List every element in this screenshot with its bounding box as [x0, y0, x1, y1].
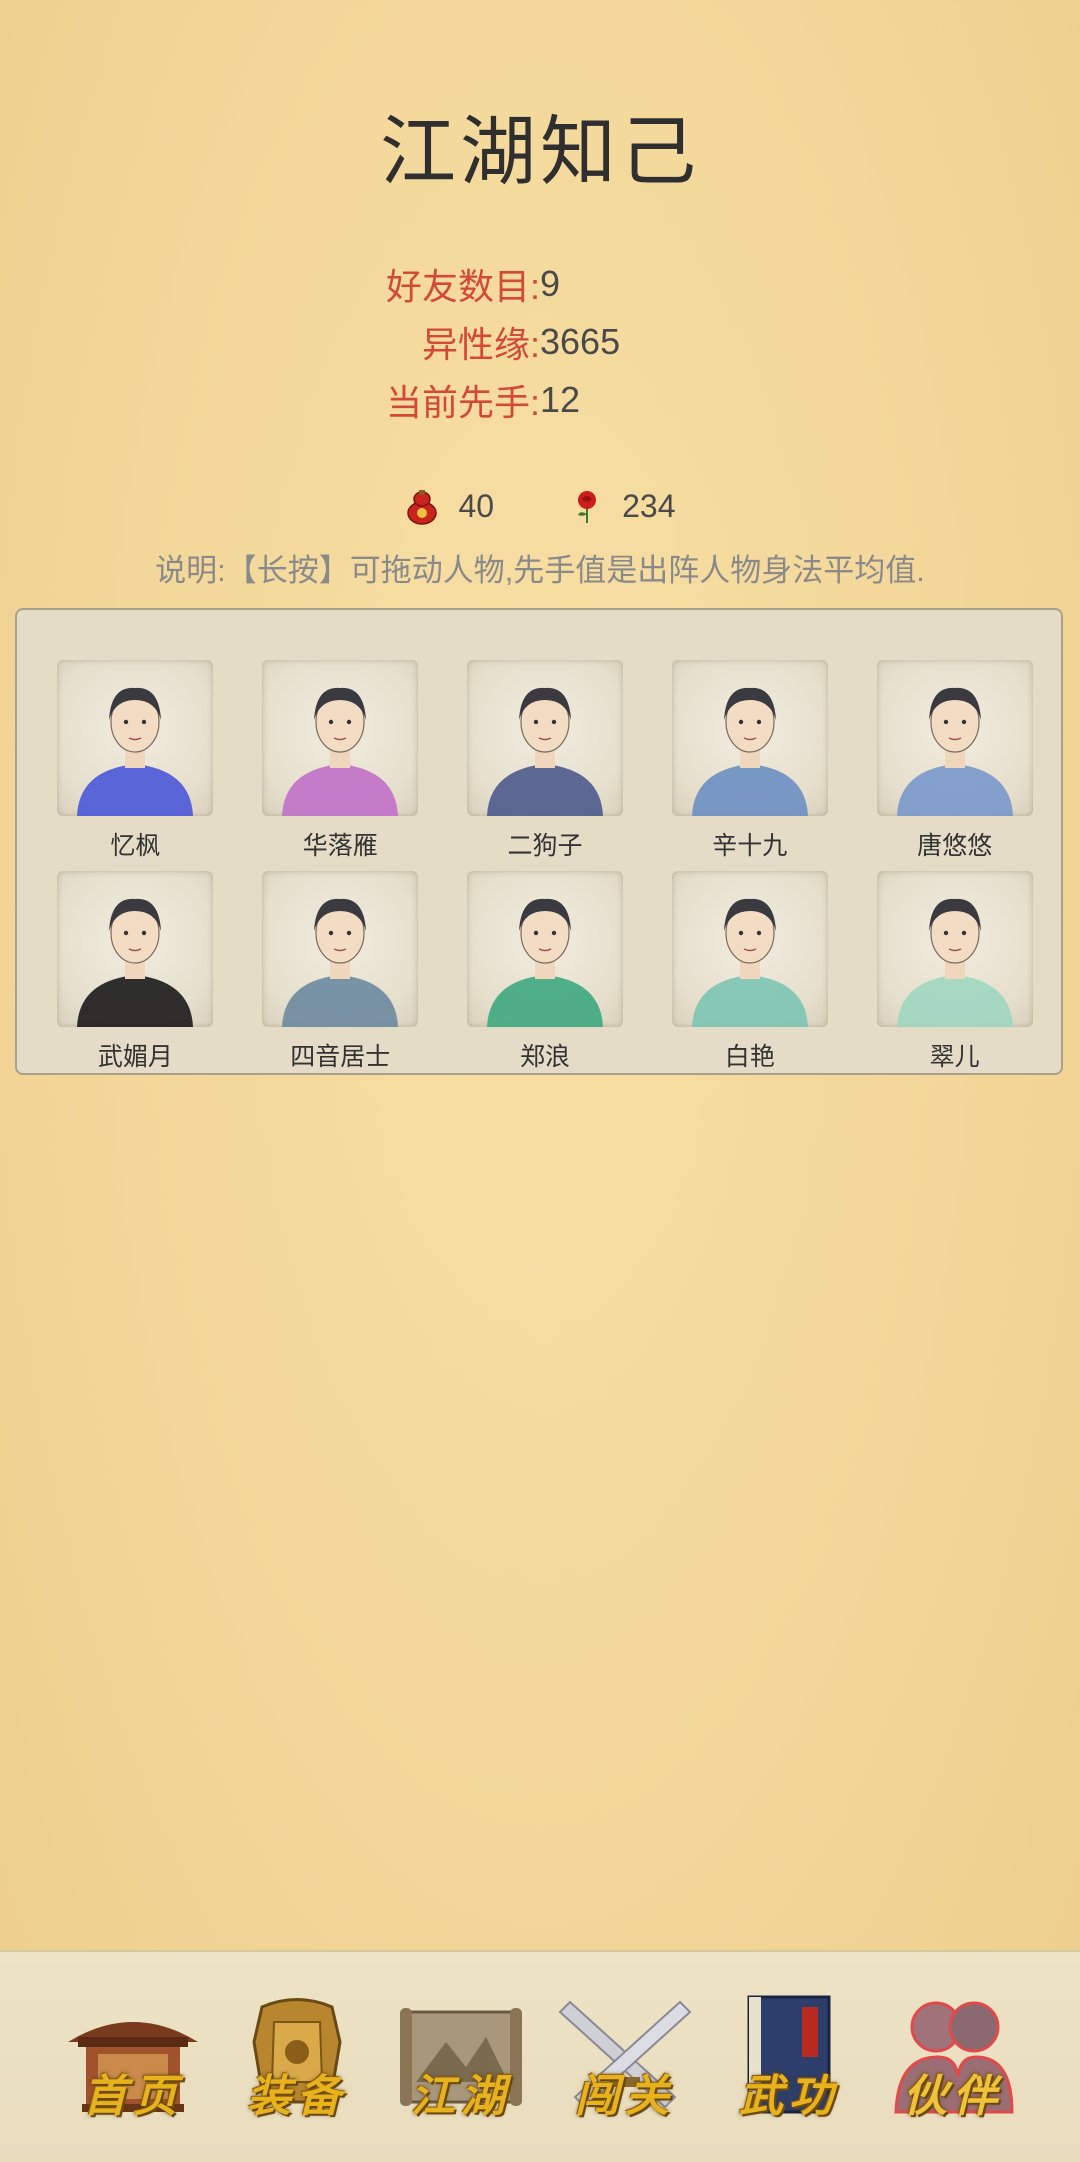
- friend-name: 武媚月: [97, 1043, 173, 1071]
- friend-portrait: [876, 871, 1033, 1027]
- friend-card[interactable]: 忆枫: [33, 660, 238, 871]
- friend-card[interactable]: 唐悠悠: [852, 660, 1057, 871]
- nav-martial-arts[interactable]: 武功: [714, 1982, 864, 2132]
- nav-label: 武功: [739, 2071, 839, 2122]
- friend-name: 唐悠悠: [917, 832, 993, 860]
- resource-row: 40 234: [0, 488, 1080, 525]
- gourd-icon: [406, 489, 437, 525]
- friend-card[interactable]: 辛十九: [647, 660, 852, 871]
- friend-name: 华落雁: [302, 832, 378, 860]
- friend-portrait: [262, 660, 419, 816]
- friend-card[interactable]: 白艳: [647, 871, 852, 1082]
- friend-name: 白艳: [724, 1043, 775, 1071]
- friend-card[interactable]: 四音居士: [238, 871, 443, 1082]
- bottom-nav: 首页 装备 江湖 闯关 武功 伙伴: [0, 1950, 1080, 2162]
- friends-panel: 忆枫 华落雁 二狗子 辛十九 唐悠悠武媚月 四音居士 郑浪 白艳 翠儿: [15, 608, 1063, 1075]
- rose-count: 234: [622, 488, 676, 524]
- stat-label: 当前先手:: [385, 382, 540, 423]
- nav-companions[interactable]: 伙伴: [878, 1982, 1028, 2132]
- friend-name: 郑浪: [519, 1043, 570, 1071]
- friend-card[interactable]: 华落雁: [238, 660, 443, 871]
- stat-label: 好友数目:: [385, 266, 540, 307]
- stat-value: 3665: [540, 321, 621, 362]
- gourd-count: 40: [458, 488, 495, 524]
- nav-label: 闯关: [575, 2071, 675, 2122]
- stat-value: 12: [540, 379, 581, 420]
- nav-home[interactable]: 首页: [58, 1982, 208, 2132]
- friend-portrait: [57, 871, 214, 1027]
- stat-friend-count: 好友数目: 9: [0, 255, 1080, 313]
- rose-resource: 234: [572, 488, 675, 525]
- nav-label: 首页: [83, 2071, 183, 2122]
- friend-name: 忆枫: [110, 832, 161, 860]
- nav-label: 伙伴: [903, 2071, 1003, 2122]
- friend-portrait: [57, 660, 214, 816]
- rose-icon: [578, 490, 597, 523]
- nav-equipment[interactable]: 装备: [222, 1982, 372, 2132]
- friend-portrait: [466, 660, 623, 816]
- nav-label: 江湖: [411, 2071, 511, 2122]
- friend-card[interactable]: 郑浪: [443, 871, 648, 1082]
- friend-name: 四音居士: [290, 1043, 391, 1071]
- nav-jianghu[interactable]: 江湖: [386, 1982, 536, 2132]
- friend-portrait: [671, 871, 828, 1027]
- stats-block: 好友数目: 9 异性缘: 3665 当前先手: 12: [0, 255, 1080, 429]
- friend-portrait: [876, 660, 1033, 816]
- friend-card[interactable]: 武媚月: [33, 871, 238, 1082]
- stat-label: 异性缘:: [421, 324, 540, 365]
- nav-challenge[interactable]: 闯关: [550, 1982, 700, 2132]
- nav-label: 装备: [247, 2071, 347, 2122]
- friend-card[interactable]: 二狗子: [443, 660, 648, 871]
- friend-portrait: [262, 871, 419, 1027]
- friend-name: 翠儿: [929, 1043, 980, 1071]
- friend-portrait: [671, 660, 828, 816]
- stat-value: 9: [540, 263, 561, 304]
- gourd-resource: 40: [405, 488, 495, 525]
- stat-initiative: 当前先手: 12: [0, 371, 1080, 429]
- friend-name: 辛十九: [712, 832, 788, 860]
- friend-portrait: [466, 871, 623, 1027]
- friend-name: 二狗子: [507, 832, 583, 860]
- stat-charm: 异性缘: 3665: [0, 313, 1080, 371]
- friends-grid: 忆枫 华落雁 二狗子 辛十九 唐悠悠武媚月 四音居士 郑浪 白艳 翠儿: [17, 660, 1061, 1082]
- friend-card[interactable]: 翠儿: [852, 871, 1057, 1082]
- instruction-note: 说明:【长按】可拖动人物,先手值是出阵人物身法平均值.: [155, 553, 925, 588]
- page-title: 江湖知己: [380, 110, 700, 195]
